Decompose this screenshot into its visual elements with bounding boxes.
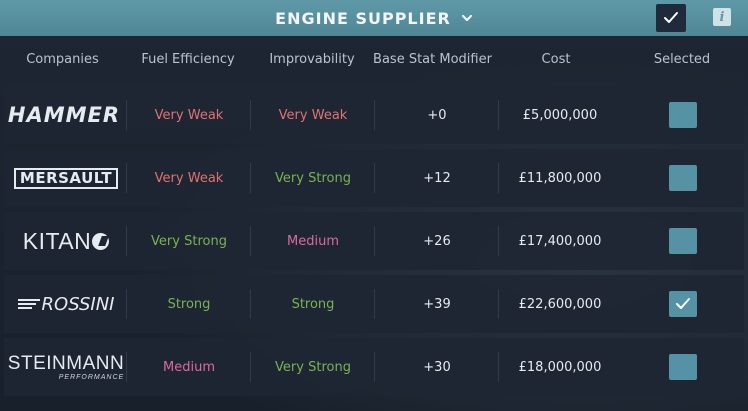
divider bbox=[374, 226, 375, 256]
select-checkbox[interactable] bbox=[669, 102, 697, 128]
improvability-value: Very Strong bbox=[275, 359, 351, 375]
company-name: MERSAULT bbox=[13, 167, 119, 189]
divider bbox=[126, 352, 127, 382]
table-row[interactable]: KITAN Very Strong Medium +26 £17,400,000 bbox=[4, 212, 744, 270]
company-name: KITAN bbox=[23, 228, 110, 255]
info-button[interactable]: i bbox=[713, 8, 731, 26]
company-name-text: ROSSINI bbox=[41, 293, 115, 315]
select-checkbox[interactable] bbox=[669, 354, 697, 380]
divider bbox=[374, 289, 375, 319]
fuel-efficiency-value: Very Weak bbox=[154, 107, 224, 123]
speed-lines-icon bbox=[17, 299, 40, 309]
divider bbox=[250, 226, 251, 256]
company-logo: KITAN bbox=[4, 212, 128, 270]
selected-cell bbox=[624, 275, 742, 333]
divider bbox=[498, 163, 499, 193]
company-name-text: KITAN bbox=[22, 227, 92, 254]
cost-value: £11,800,000 bbox=[518, 170, 602, 186]
selected-cell bbox=[624, 338, 742, 396]
header-bar: ENGINE SUPPLIER i bbox=[0, 0, 748, 36]
company-logo: STEINMANN PERFORMANCE bbox=[4, 338, 128, 396]
table-row[interactable]: ROSSINI Strong Strong +39 £22,600,000 bbox=[4, 275, 744, 333]
company-logo: ROSSINI bbox=[4, 275, 128, 333]
cost-value: £22,600,000 bbox=[518, 296, 602, 312]
table-row[interactable]: STEINMANN PERFORMANCE Medium Very Strong… bbox=[4, 338, 744, 396]
select-checkbox[interactable] bbox=[669, 228, 697, 254]
cost-value: £18,000,000 bbox=[518, 359, 602, 375]
base-stat-modifier-value: +0 bbox=[427, 107, 447, 123]
company-sub-text: PERFORMANCE bbox=[58, 373, 125, 381]
select-checkbox[interactable] bbox=[669, 291, 697, 317]
selected-cell bbox=[624, 86, 742, 144]
improvability-value: Very Weak bbox=[278, 107, 348, 123]
company-name: ROSSINI bbox=[17, 293, 115, 315]
col-header-base-stat-modifier: Base Stat Modifier bbox=[373, 52, 492, 67]
confirm-button[interactable] bbox=[656, 4, 686, 32]
divider bbox=[126, 226, 127, 256]
fuel-efficiency-value: Medium bbox=[163, 359, 215, 375]
company-name-text: STEINMANN bbox=[7, 352, 125, 374]
col-header-cost: Cost bbox=[541, 52, 571, 67]
divider bbox=[374, 163, 375, 193]
divider bbox=[250, 352, 251, 382]
table-row[interactable]: MERSAULT Very Weak Very Strong +12 £11,8… bbox=[4, 149, 744, 207]
base-stat-modifier-value: +26 bbox=[423, 233, 451, 249]
select-checkbox[interactable] bbox=[669, 165, 697, 191]
selected-cell bbox=[624, 149, 742, 207]
improvability-value: Medium bbox=[287, 233, 339, 249]
divider bbox=[498, 226, 499, 256]
divider bbox=[126, 289, 127, 319]
company-logo: MERSAULT bbox=[4, 149, 128, 207]
page-title: ENGINE SUPPLIER bbox=[275, 8, 451, 28]
chevron-down-icon bbox=[461, 14, 472, 22]
table-row[interactable]: HAMMER Very Weak Very Weak +0 £5,000,000 bbox=[4, 86, 744, 144]
supplier-dropdown[interactable]: ENGINE SUPPLIER bbox=[0, 0, 748, 36]
base-stat-modifier-value: +12 bbox=[423, 170, 451, 186]
divider bbox=[498, 352, 499, 382]
col-header-fuel-efficiency: Fuel Efficiency bbox=[141, 52, 235, 67]
col-header-selected: Selected bbox=[653, 52, 711, 67]
divider bbox=[250, 100, 251, 130]
improvability-value: Very Strong bbox=[275, 170, 351, 186]
divider bbox=[374, 100, 375, 130]
selected-cell bbox=[624, 212, 742, 270]
base-stat-modifier-value: +30 bbox=[423, 359, 451, 375]
info-icon: i bbox=[719, 9, 725, 25]
divider bbox=[498, 100, 499, 130]
col-header-companies: Companies bbox=[26, 52, 99, 67]
kitano-logo-mark bbox=[92, 232, 110, 250]
cost-value: £5,000,000 bbox=[522, 107, 598, 123]
divider bbox=[498, 289, 499, 319]
checkmark-icon bbox=[664, 12, 678, 23]
cost-value: £17,400,000 bbox=[518, 233, 602, 249]
improvability-value: Strong bbox=[291, 296, 335, 312]
fuel-efficiency-value: Strong bbox=[167, 296, 211, 312]
company-logo: HAMMER bbox=[4, 86, 124, 144]
divider bbox=[374, 352, 375, 382]
fuel-efficiency-value: Very Strong bbox=[151, 233, 227, 249]
checkmark-icon bbox=[676, 298, 690, 309]
fuel-efficiency-value: Very Weak bbox=[154, 170, 224, 186]
divider bbox=[250, 289, 251, 319]
divider bbox=[126, 100, 127, 130]
col-header-improvability: Improvability bbox=[269, 52, 355, 67]
divider bbox=[250, 163, 251, 193]
base-stat-modifier-value: +39 bbox=[423, 296, 451, 312]
company-name: HAMMER bbox=[7, 103, 121, 127]
divider bbox=[126, 163, 127, 193]
company-name: STEINMANN PERFORMANCE bbox=[7, 352, 125, 381]
